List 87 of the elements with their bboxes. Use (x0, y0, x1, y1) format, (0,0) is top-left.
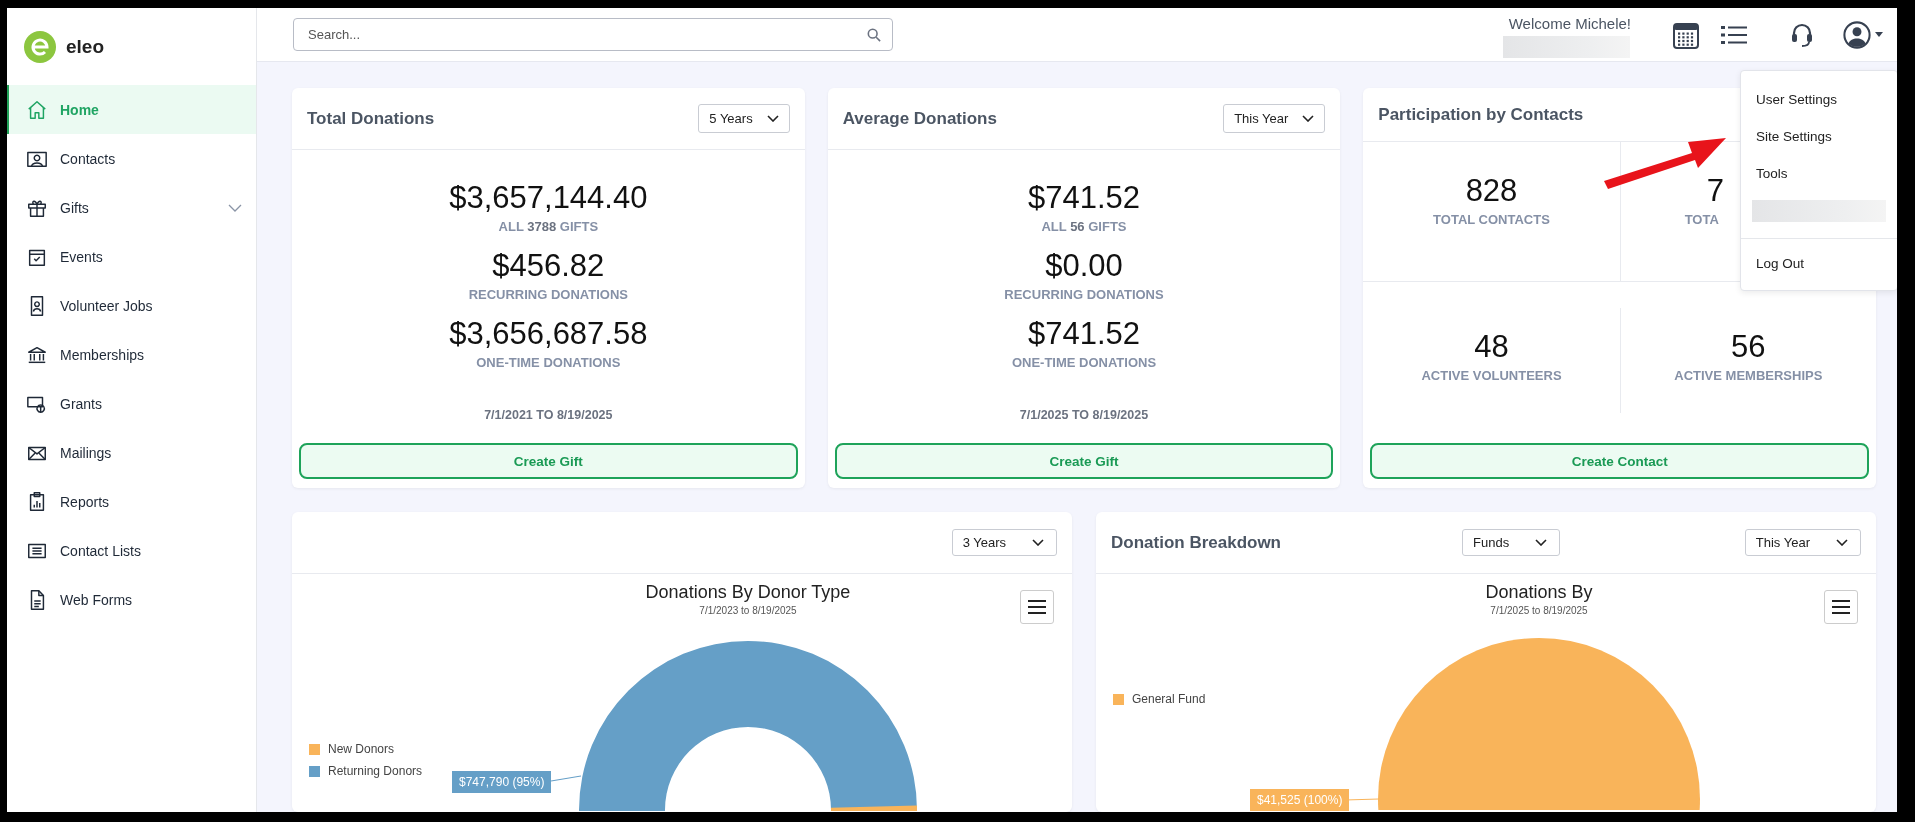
menu-item[interactable]: User Settings (1741, 81, 1897, 118)
legend-label[interactable]: General Fund (1132, 692, 1206, 706)
menu-item[interactable]: Log Out (1741, 245, 1897, 282)
search-icon[interactable] (867, 28, 881, 42)
stat-label: ACTIVE MEMBERSHIPS (1674, 366, 1823, 385)
sidebar-label: Contacts (60, 150, 117, 167)
data-label: $747,790 (95%) (452, 771, 552, 793)
sidebar-item[interactable]: Events (7, 232, 256, 281)
sidebar-label: Contact Lists (60, 542, 142, 559)
headset-icon[interactable] (1791, 21, 1813, 48)
card-title: Donation Breakdown (1111, 532, 1281, 552)
stat-label: RECURRING DONATIONS (468, 286, 628, 304)
menu-item[interactable]: Site Settings (1741, 118, 1897, 155)
chevron-down-icon (1032, 539, 1044, 546)
welcome-text: Welcome Michele! (1507, 15, 1631, 32)
sidebar-item[interactable]: Grants (7, 379, 256, 428)
logo-text: eleo (66, 35, 105, 58)
data-label: $41,525 (100%) (1250, 789, 1350, 811)
stat-value: $456.82 (492, 247, 605, 285)
user-menu-button[interactable] (1843, 20, 1883, 49)
stat-value: $3,657,144.40 (449, 179, 648, 217)
sidebar-label: Grants (60, 395, 103, 412)
card-title: Average Donations (842, 108, 997, 129)
sidebar-label: Reports (60, 493, 111, 510)
menu-item[interactable]: Tools (1741, 155, 1897, 192)
chevron-down-icon (1836, 539, 1848, 546)
stat-value: $3,656,687.58 (449, 315, 648, 353)
period-dropdown[interactable]: This Year (1223, 104, 1326, 133)
sidebar-item[interactable]: Volunteer Jobs (7, 281, 256, 330)
menu-icon (1832, 600, 1850, 614)
chevron-down-icon (1535, 539, 1548, 546)
stat-label: ACTIVE VOLUNTEERS (1421, 366, 1562, 385)
period-dropdown[interactable]: 5 Years (698, 104, 790, 133)
sidebar-label: Mailings (60, 444, 113, 461)
stat-label: ONE-TIME DONATIONS (476, 354, 621, 372)
chart-subtitle: 7/1/2023 to 8/19/2025 (699, 605, 797, 616)
date-range: 7/1/2025 TO 8/19/2025 (1019, 408, 1149, 422)
sidebar-item[interactable]: Reports (7, 477, 256, 526)
filter-dropdown[interactable]: This Year (1744, 529, 1861, 556)
sidebar-label: Home (60, 101, 100, 118)
sidebar-label: Web Forms (60, 591, 134, 608)
chart-title: Donations By (1485, 582, 1593, 603)
calendar-icon[interactable] (1673, 20, 1699, 49)
stat-label: TOTAL CONTACTS (1433, 210, 1550, 229)
menu-icon (1028, 600, 1046, 614)
legend-label[interactable]: New Donors (328, 742, 395, 756)
legend-label[interactable]: Returning Donors (328, 764, 423, 778)
sidebar-item[interactable]: Memberships (7, 330, 256, 379)
sidebar-item[interactable]: Mailings (7, 428, 256, 477)
stat-value: 56 (1731, 327, 1766, 366)
search-field[interactable]: Search... (293, 18, 893, 51)
chevron-down-icon (766, 115, 779, 122)
sidebar-item[interactable]: Gifts (7, 183, 256, 232)
sidebar-item[interactable]: Contacts (7, 134, 256, 183)
sidebar-item[interactable]: Contact Lists (7, 526, 256, 575)
stat-label: ALL 56 GIFTS (1041, 218, 1127, 236)
menu-button[interactable] (1824, 590, 1858, 624)
sidebar-label: Gifts (60, 199, 90, 216)
chevron-down-icon (1302, 115, 1315, 122)
card-title: Participation by Contacts (1378, 104, 1584, 125)
chevron-down-icon[interactable] (228, 203, 242, 212)
filter-dropdown[interactable]: 3 Years (951, 529, 1057, 556)
sidebar-label: Events (60, 248, 104, 265)
stat-value: 828 (1465, 171, 1518, 210)
chart-title: Donations By Donor Type (645, 582, 851, 603)
stat-value: $0.00 (1045, 247, 1123, 285)
sidebar-label: Memberships (60, 346, 146, 363)
card-title: Total Donations (307, 108, 435, 129)
caret-icon (1875, 32, 1883, 37)
stat-label: RECURRING DONATIONS (1004, 286, 1164, 304)
stat-label: TOTA (1683, 210, 1719, 229)
stat-value: 48 (1474, 327, 1509, 366)
date-range: 7/1/2021 TO 8/19/2025 (484, 408, 613, 422)
sidebar-item[interactable]: Web Forms (7, 575, 256, 624)
stat-value: 7 (1705, 171, 1724, 210)
stat-value: $741.52 (1027, 315, 1140, 353)
list-icon[interactable] (1721, 23, 1747, 46)
stat-value: $741.52 (1027, 179, 1140, 217)
menu-button[interactable] (1020, 590, 1054, 624)
chart-subtitle: 7/1/2025 to 8/19/2025 (1490, 605, 1588, 616)
home-icon (26, 98, 48, 121)
logo-icon (24, 30, 56, 63)
user-avatar-icon (1843, 20, 1871, 49)
stat-label: ALL 3788 GIFTS (498, 218, 599, 236)
filter-dropdown[interactable]: Funds (1462, 529, 1561, 556)
sidebar-label: Volunteer Jobs (60, 297, 154, 314)
stat-label: ONE-TIME DONATIONS (1011, 354, 1157, 372)
